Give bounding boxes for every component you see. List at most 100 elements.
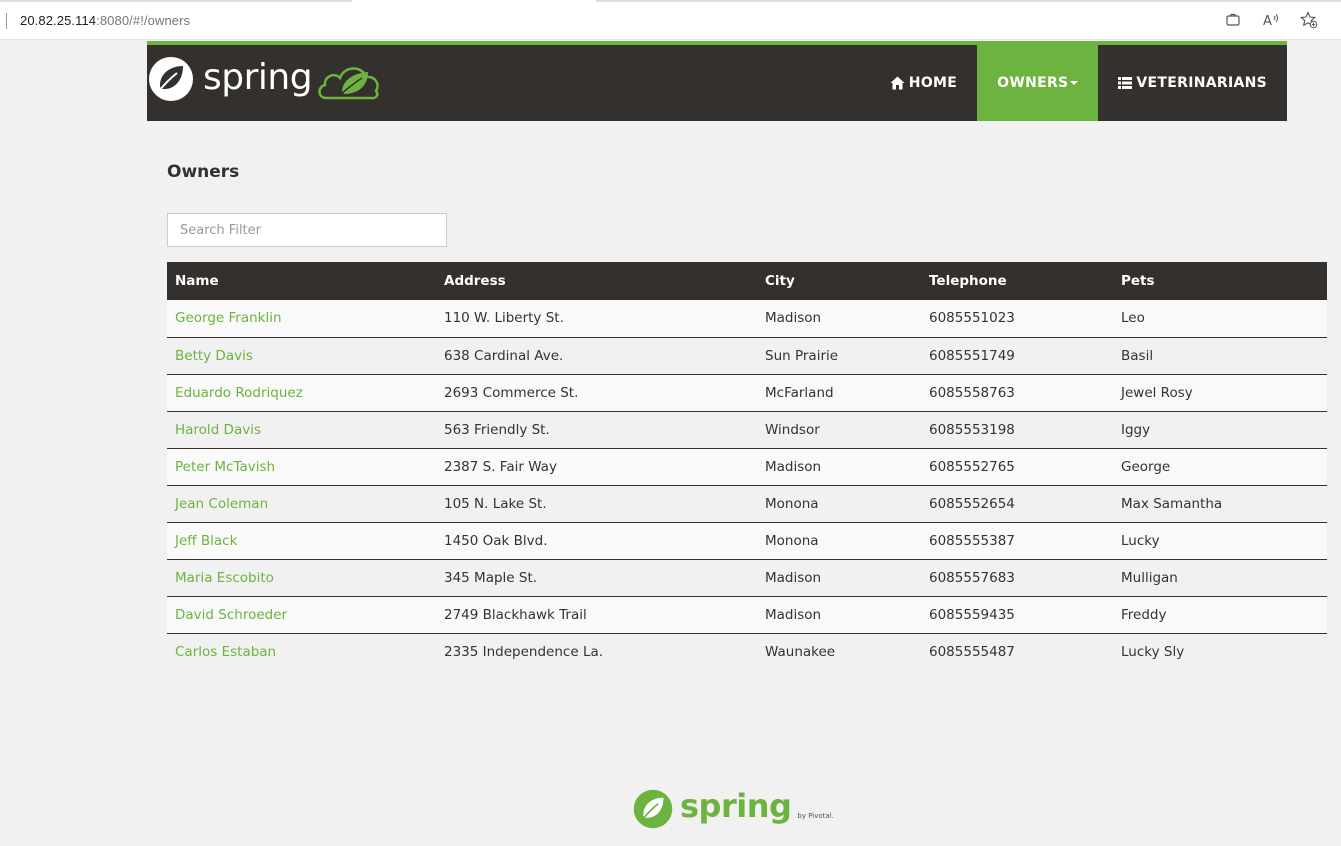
url-host: 20.82.25.114: [20, 13, 97, 28]
browser-address-bar: 20.82.25.114:8080/#!/owners A: [0, 0, 1341, 40]
owner-name-link[interactable]: George Franklin: [175, 310, 282, 326]
footer-spring-logo: spring by Pivotal.: [632, 787, 834, 830]
owner-name-link-cell: Harold Davis: [167, 411, 436, 449]
owner-address-cell: 2387 S. Fair Way: [436, 448, 757, 486]
nav-home-label: Home: [908, 75, 958, 91]
owner-address-cell: 345 Maple St.: [436, 559, 757, 597]
main-navbar: spring Home Owners Veterinarians: [147, 41, 1287, 121]
owner-city-cell: Waunakee: [757, 633, 921, 670]
owner-name-link[interactable]: Harold Davis: [175, 422, 261, 438]
table-row: Jean Coleman 105 N. Lake St. Monona 6085552…: [167, 485, 1327, 523]
logo-text: spring: [203, 56, 313, 98]
owner-name-link-cell: Carlos Estaban: [167, 633, 436, 670]
owner-name-link-cell: Jean Coleman: [167, 485, 436, 523]
owner-name-link[interactable]: David Schroeder: [175, 607, 287, 623]
url-path: :8080/#!/owners: [96, 13, 191, 28]
column-header-city: City: [757, 262, 921, 300]
owner-name-link[interactable]: Jean Coleman: [175, 496, 268, 512]
owner-pets-cell: Lucky: [1113, 522, 1327, 560]
search-filter-input[interactable]: [167, 213, 447, 247]
app-available-icon[interactable]: [1223, 10, 1243, 30]
owner-address-cell: 2749 Blackhawk Trail: [436, 596, 757, 634]
owner-city-cell: Madison: [757, 300, 921, 338]
owner-city-cell: Monona: [757, 522, 921, 560]
tab-strip-line: [0, 0, 1341, 2]
nav-owners-label: Owners: [997, 75, 1069, 91]
nav-veterinarians[interactable]: Veterinarians: [1098, 45, 1287, 121]
owner-telephone-cell: 6085551749: [921, 337, 1113, 375]
owner-city-cell: Monona: [757, 485, 921, 523]
owner-name-link[interactable]: Maria Escobito: [175, 570, 274, 586]
table-row: David Schroeder 2749 Blackhawk Trail Madis…: [167, 596, 1327, 634]
owner-telephone-cell: 6085557683: [921, 559, 1113, 597]
owner-name-link-cell: Eduardo Rodriquez: [167, 374, 436, 412]
column-header-pets: Pets: [1113, 262, 1327, 300]
owner-telephone-cell: 6085553198: [921, 411, 1113, 449]
owner-pets-cell: Max Samantha: [1113, 485, 1327, 523]
column-header-name: Name: [167, 262, 436, 300]
owner-pets-cell: Lucky Sly: [1113, 633, 1327, 670]
table-row: Betty Davis 638 Cardinal Ave. Sun Prairie 6…: [167, 337, 1327, 375]
table-row: Jeff Black 1450 Oak Blvd. Monona 6085555387…: [167, 522, 1327, 560]
owner-address-cell: 1450 Oak Blvd.: [436, 522, 757, 560]
owner-city-cell: Sun Prairie: [757, 337, 921, 375]
footer-spring-leaf-icon: [633, 789, 673, 829]
page-title: Owners: [167, 162, 240, 182]
owner-city-cell: McFarland: [757, 374, 921, 412]
spring-leaf-icon: [149, 57, 193, 101]
petclinic-cloud-icon: [318, 67, 379, 100]
nav-menu: Home Owners Veterinarians: [870, 45, 1287, 121]
owner-name-link[interactable]: Betty Davis: [175, 348, 253, 364]
footer-logo-text: spring: [680, 787, 792, 825]
owner-address-cell: 105 N. Lake St.: [436, 485, 757, 523]
nav-home[interactable]: Home: [870, 45, 977, 121]
caret-down-icon: [1070, 80, 1079, 86]
svg-text:A: A: [1263, 14, 1272, 28]
owner-name-link-cell: George Franklin: [167, 300, 436, 338]
owner-name-link[interactable]: Peter McTavish: [175, 459, 275, 475]
owner-pets-cell: Mulligan: [1113, 559, 1327, 597]
table-row: Carlos Estaban 2335 Independence La. Wauna…: [167, 633, 1327, 670]
table-row: Harold Davis 563 Friendly St. Windsor 60855…: [167, 411, 1327, 449]
owner-address-cell: 2693 Commerce St.: [436, 374, 757, 412]
owner-address-cell: 110 W. Liberty St.: [436, 300, 757, 338]
owner-telephone-cell: 6085559435: [921, 596, 1113, 634]
owner-address-cell: 563 Friendly St.: [436, 411, 757, 449]
owners-table-body: George Franklin 110 W. Liberty St. Madison…: [167, 300, 1327, 670]
owner-telephone-cell: 6085551023: [921, 300, 1113, 338]
table-row: Eduardo Rodriquez 2693 Commerce St. McFarl…: [167, 374, 1327, 412]
owners-table: Name Address City Telephone Pets George …: [167, 262, 1327, 670]
owner-telephone-cell: 6085552654: [921, 485, 1113, 523]
owner-pets-cell: Freddy: [1113, 596, 1327, 634]
owner-name-link-cell: Maria Escobito: [167, 559, 436, 597]
column-header-address: Address: [436, 262, 757, 300]
column-header-telephone: Telephone: [921, 262, 1113, 300]
owner-name-link[interactable]: Jeff Black: [175, 533, 237, 549]
spring-petclinic-logo[interactable]: spring: [147, 53, 382, 105]
owner-city-cell: Madison: [757, 559, 921, 597]
owner-pets-cell: Iggy: [1113, 411, 1327, 449]
owner-pets-cell: Basil: [1113, 337, 1327, 375]
text-caret: [6, 13, 7, 29]
owner-name-link[interactable]: Eduardo Rodriquez: [175, 385, 303, 401]
owner-name-link-cell: Betty Davis: [167, 337, 436, 375]
owner-name-link-cell: Peter McTavish: [167, 448, 436, 486]
list-icon: [1118, 77, 1133, 89]
owner-city-cell: Windsor: [757, 411, 921, 449]
owner-telephone-cell: 6085552765: [921, 448, 1113, 486]
owner-pets-cell: George: [1113, 448, 1327, 486]
active-tab-indicator: [352, 0, 596, 2]
table-row: Maria Escobito 345 Maple St. Madison 608555…: [167, 559, 1327, 597]
owner-name-link-cell: David Schroeder: [167, 596, 436, 634]
url-field[interactable]: 20.82.25.114:8080/#!/owners: [20, 13, 190, 28]
browser-actions: A: [1223, 10, 1319, 30]
owner-telephone-cell: 6085558763: [921, 374, 1113, 412]
favorite-add-icon[interactable]: [1299, 10, 1319, 30]
nav-owners[interactable]: Owners: [977, 45, 1099, 121]
table-row: George Franklin 110 W. Liberty St. Madison…: [167, 300, 1327, 338]
read-aloud-icon[interactable]: A: [1261, 10, 1281, 30]
owner-telephone-cell: 6085555387: [921, 522, 1113, 560]
owner-name-link[interactable]: Carlos Estaban: [175, 644, 276, 660]
table-row: Peter McTavish 2387 S. Fair Way Madison 608…: [167, 448, 1327, 486]
home-icon: [890, 76, 905, 90]
